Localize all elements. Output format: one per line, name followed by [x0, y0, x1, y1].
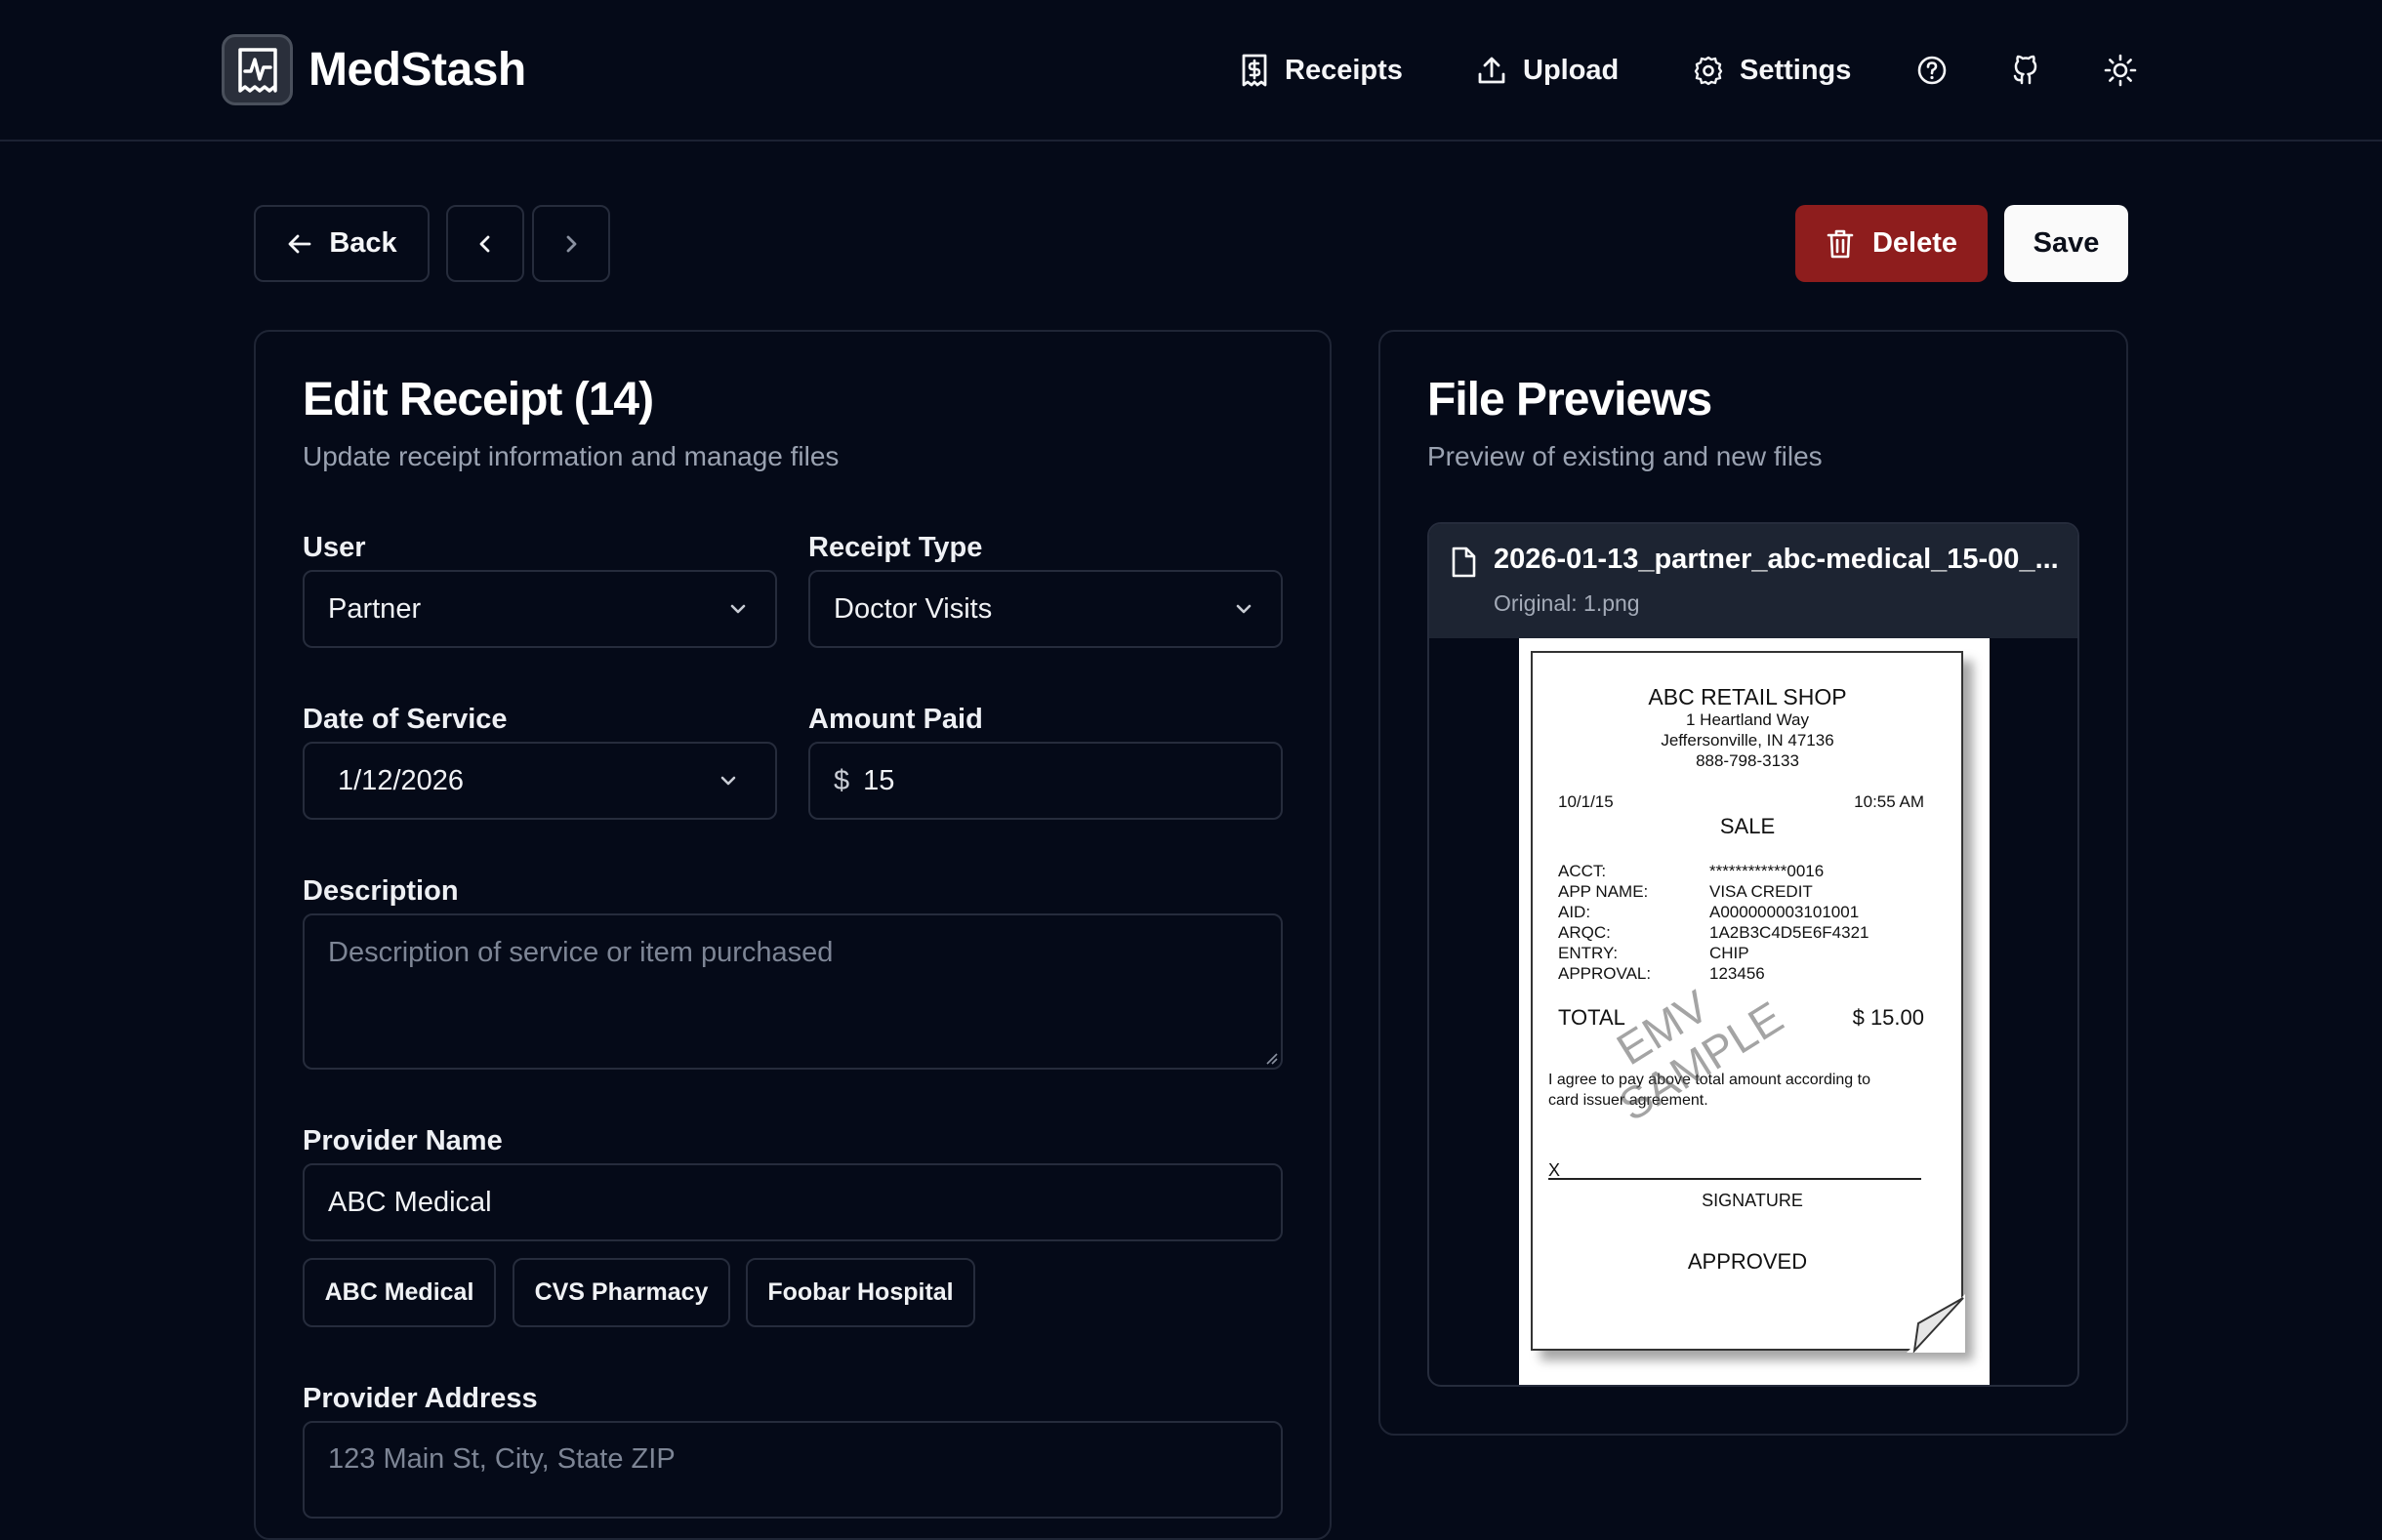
provider-address-label: Provider Address: [303, 1383, 538, 1414]
provider-name-value: ABC Medical: [328, 1186, 492, 1218]
amount-paid-value: 15: [863, 764, 895, 796]
receipt-field-label: AID:: [1558, 903, 1591, 921]
nav-upload[interactable]: Upload: [1476, 45, 1619, 96]
receipt-phone: 888-798-3133: [1696, 751, 1799, 770]
receipt-paper: ABC RETAIL SHOP 1 Heartland Way Jefferso…: [1531, 651, 1965, 1353]
save-button[interactable]: Save: [2004, 205, 2128, 282]
previous-receipt-button[interactable]: [446, 205, 524, 282]
nav-receipts[interactable]: Receipts: [1240, 45, 1403, 96]
receipt-type-select[interactable]: Doctor Visits: [808, 570, 1283, 648]
amount-paid-label: Amount Paid: [808, 704, 983, 735]
chevron-right-icon: [566, 235, 577, 252]
provider-suggestion-chip[interactable]: Foobar Hospital: [746, 1258, 975, 1327]
file-preview-header: 2026-01-13_partner_abc-medical_15-00_...…: [1429, 524, 2077, 638]
resize-handle-icon[interactable]: [1264, 1051, 1278, 1065]
file-original-name: Original: 1.png: [1494, 590, 1640, 616]
currency-symbol: $: [834, 764, 850, 796]
description-textarea[interactable]: Description of service or item purchased: [303, 913, 1283, 1070]
user-label: User: [303, 532, 366, 563]
main-nav: Receipts Upload Settings: [0, 45, 2382, 96]
date-of-service-picker[interactable]: 1/12/2026: [303, 742, 777, 820]
delete-button[interactable]: Delete: [1795, 205, 1988, 282]
receipt-type-label: Receipt Type: [808, 532, 983, 563]
sun-icon[interactable]: [2095, 45, 2146, 96]
top-navigation-bar: MedStash Receipts Upload Settings: [0, 0, 2382, 142]
provider-suggestion-chip[interactable]: ABC Medical: [303, 1258, 496, 1327]
provider-name-input[interactable]: ABC Medical: [303, 1163, 1283, 1241]
receipt-address-1: 1 Heartland Way: [1686, 710, 1809, 729]
receipt-field-label: ACCT:: [1558, 862, 1607, 880]
file-name: 2026-01-13_partner_abc-medical_15-00_...: [1494, 544, 2059, 575]
receipt-field-labels: ACCT: APP NAME: AID: ARQC: ENTRY: APPROV…: [1558, 861, 1651, 984]
receipt-signature-label: SIGNATURE: [1702, 1191, 1803, 1210]
page-subtitle: Update receipt information and manage fi…: [303, 441, 840, 471]
file-icon: [1452, 547, 1476, 578]
provider-address-placeholder: 123 Main St, City, State ZIP: [328, 1443, 676, 1475]
chevron-down-icon: [720, 776, 736, 786]
user-select[interactable]: Partner: [303, 570, 777, 648]
nav-settings[interactable]: Settings: [1693, 45, 1851, 96]
receipt-image: ABC RETAIL SHOP 1 Heartland Way Jefferso…: [1519, 638, 1990, 1385]
next-receipt-button[interactable]: [532, 205, 610, 282]
provider-suggestion-chip[interactable]: CVS Pharmacy: [513, 1258, 730, 1327]
receipt-field-value: 1A2B3C4D5E6F4321: [1709, 923, 1869, 942]
chevron-down-icon: [1236, 604, 1252, 614]
receipt-field-value: VISA CREDIT: [1709, 882, 1813, 901]
receipt-type-select-value: Doctor Visits: [834, 592, 993, 625]
gear-icon: [1694, 56, 1723, 86]
receipt-signature-line: [1548, 1178, 1921, 1180]
receipt-field-label: APPROVAL:: [1558, 964, 1652, 983]
receipt-field-value: ************0016: [1709, 862, 1825, 880]
nav-settings-label: Settings: [1740, 54, 1852, 86]
upload-icon: [1478, 57, 1505, 84]
file-preview-item[interactable]: 2026-01-13_partner_abc-medical_15-00_...…: [1427, 522, 2079, 1387]
receipt-field-label: ENTRY:: [1558, 944, 1619, 962]
nav-upload-label: Upload: [1523, 54, 1620, 86]
receipt-field-label: ARQC:: [1558, 923, 1611, 942]
file-previews-subtitle: Preview of existing and new files: [1427, 441, 1823, 471]
page-curl-icon: [1907, 1294, 1965, 1353]
receipt-total-value: $ 15.00: [1852, 1005, 1924, 1030]
user-select-value: Partner: [328, 592, 422, 625]
back-button-label: Back: [329, 227, 397, 259]
receipt-field-value: A000000003101001: [1709, 903, 1860, 921]
receipt-approved: APPROVED: [1687, 1249, 1808, 1274]
receipt-address-2: Jeffersonville, IN 47136: [1661, 731, 1834, 750]
help-circle-icon[interactable]: [1907, 45, 1957, 96]
date-of-service-label: Date of Service: [303, 704, 508, 735]
description-label: Description: [303, 875, 459, 907]
receipt-shop-name: ABC RETAIL SHOP: [1648, 684, 1847, 709]
delete-button-label: Delete: [1871, 227, 1958, 259]
receipt-field-label: APP NAME:: [1558, 882, 1649, 901]
receipt-sale: SALE: [1719, 814, 1776, 838]
provider-name-label: Provider Name: [303, 1125, 503, 1156]
description-placeholder: Description of service or item purchased: [328, 937, 834, 968]
chevron-down-icon: [730, 604, 746, 614]
arrow-left-icon: [288, 234, 311, 253]
provider-address-input[interactable]: 123 Main St, City, State ZIP: [303, 1421, 1283, 1519]
nav-receipts-label: Receipts: [1285, 54, 1403, 86]
chevron-left-icon: [479, 235, 490, 252]
trash-icon: [1827, 229, 1854, 258]
date-of-service-value: 1/12/2026: [338, 764, 465, 796]
receipt-icon: [1242, 54, 1267, 87]
amount-paid-input[interactable]: $ 15: [808, 742, 1283, 820]
receipt-time: 10:55 AM: [1854, 792, 1924, 811]
github-icon[interactable]: [2000, 45, 2051, 96]
file-previews-title: File Previews: [1427, 374, 1712, 426]
page-title: Edit Receipt (14): [303, 374, 654, 426]
back-button[interactable]: Back: [254, 205, 430, 282]
receipt-date: 10/1/15: [1558, 792, 1614, 811]
